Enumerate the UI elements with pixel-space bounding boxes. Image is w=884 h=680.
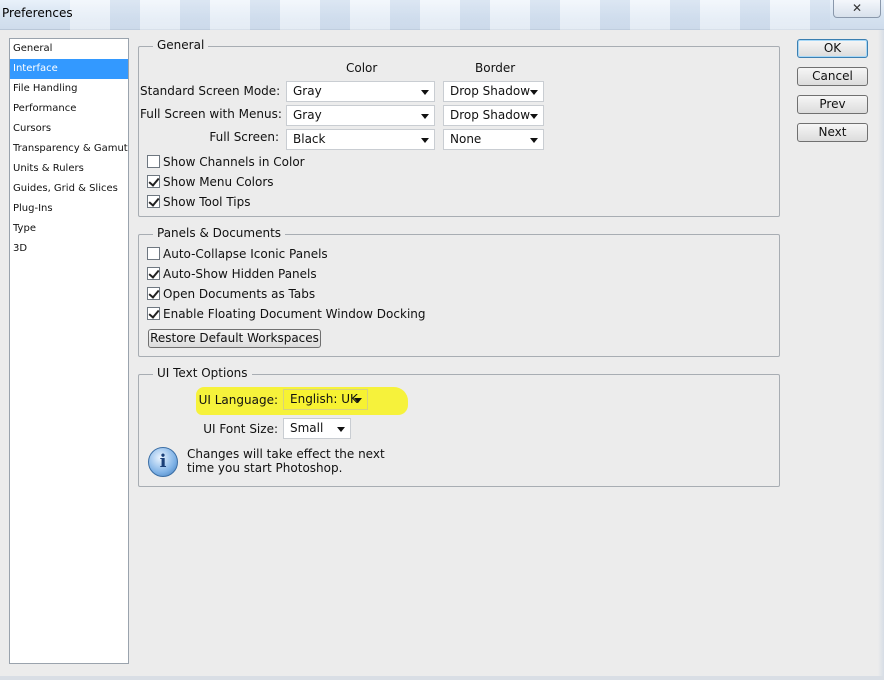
full-screen-menus-border-select[interactable]: Drop Shadow	[443, 105, 544, 126]
full-screen-menus-color-value: Gray	[293, 108, 322, 122]
open-as-tabs-checkbox[interactable]	[147, 287, 160, 300]
full-screen-border-select[interactable]: None	[443, 129, 544, 150]
sidebar-item-cursors[interactable]: Cursors	[10, 119, 128, 139]
chevron-down-icon	[421, 90, 429, 95]
sidebar-item-plug-ins[interactable]: Plug-Ins	[10, 199, 128, 219]
chevron-down-icon	[530, 138, 538, 143]
full-screen-label: Full Screen:	[209, 130, 279, 144]
show-menu-colors-checkbox[interactable]	[147, 175, 160, 188]
category-list: General Interface File Handling Performa…	[9, 38, 129, 664]
ui-language-select[interactable]: English: UK	[283, 389, 368, 410]
standard-color-value: Gray	[293, 84, 322, 98]
sidebar-item-transparency-gamut[interactable]: Transparency & Gamut	[10, 139, 128, 159]
standard-screen-mode-label: Standard Screen Mode:	[140, 84, 281, 98]
window-bottom-edge	[0, 676, 884, 680]
chevron-down-icon	[421, 114, 429, 119]
sidebar-item-performance[interactable]: Performance	[10, 99, 128, 119]
color-column-header: Color	[346, 61, 378, 75]
panels-documents-legend: Panels & Documents	[153, 226, 286, 240]
standard-border-value: Drop Shadow	[450, 84, 531, 98]
ui-font-size-select[interactable]: Small	[283, 418, 351, 439]
ui-font-size-label: UI Font Size:	[203, 422, 278, 436]
restore-workspaces-button[interactable]: Restore Default Workspaces	[148, 329, 321, 348]
show-tool-tips-checkbox[interactable]	[147, 195, 160, 208]
standard-color-select[interactable]: Gray	[286, 81, 435, 102]
auto-collapse-label: Auto-Collapse Iconic Panels	[163, 247, 328, 261]
title-bar: Preferences	[0, 0, 884, 30]
auto-show-label: Auto-Show Hidden Panels	[163, 267, 317, 281]
floating-docking-checkbox[interactable]	[147, 307, 160, 320]
window-title: Preferences	[2, 6, 73, 20]
chevron-down-icon	[421, 138, 429, 143]
open-as-tabs-label: Open Documents as Tabs	[163, 287, 316, 301]
standard-border-select[interactable]: Drop Shadow	[443, 81, 544, 102]
full-screen-color-value: Black	[293, 132, 326, 146]
show-menu-colors-label: Show Menu Colors	[163, 175, 274, 189]
full-screen-border-value: None	[450, 132, 482, 146]
auto-show-checkbox[interactable]	[147, 267, 160, 280]
show-tool-tips-label: Show Tool Tips	[163, 195, 251, 209]
ui-language-label: UI Language:	[198, 393, 278, 407]
chevron-down-icon	[354, 398, 362, 403]
sidebar-item-general[interactable]: General	[10, 39, 128, 59]
full-screen-menus-label: Full Screen with Menus:	[140, 107, 282, 121]
ok-button[interactable]: OK	[797, 39, 868, 58]
prev-button[interactable]: Prev	[797, 95, 868, 114]
border-column-header: Border	[475, 61, 516, 75]
next-button[interactable]: Next	[797, 123, 868, 142]
sidebar-item-guides-grid-slices[interactable]: Guides, Grid & Slices	[10, 179, 128, 199]
title-bar-background	[70, 0, 830, 30]
sidebar-item-units-rulers[interactable]: Units & Rulers	[10, 159, 128, 179]
sidebar-item-3d[interactable]: 3D	[10, 239, 128, 259]
info-message-line-2: time you start Photoshop.	[187, 461, 343, 475]
sidebar-item-type[interactable]: Type	[10, 219, 128, 239]
auto-collapse-checkbox[interactable]	[147, 247, 160, 260]
close-button[interactable]: ✕	[833, 0, 881, 18]
sidebar-item-file-handling[interactable]: File Handling	[10, 79, 128, 99]
window-edge	[878, 30, 884, 676]
full-screen-menus-color-select[interactable]: Gray	[286, 105, 435, 126]
show-channels-checkbox[interactable]	[147, 155, 160, 168]
sidebar-item-interface[interactable]: Interface	[10, 59, 128, 79]
ui-language-value: English: UK	[290, 392, 358, 406]
general-legend: General	[153, 38, 209, 52]
chevron-down-icon	[530, 114, 538, 119]
full-screen-menus-border-value: Drop Shadow	[450, 108, 531, 122]
full-screen-color-select[interactable]: Black	[286, 129, 435, 150]
floating-docking-label: Enable Floating Document Window Docking	[163, 307, 426, 321]
cancel-button[interactable]: Cancel	[797, 67, 868, 86]
ui-text-options-legend: UI Text Options	[153, 366, 252, 380]
show-channels-label: Show Channels in Color	[163, 155, 305, 169]
chevron-down-icon	[337, 427, 345, 432]
ui-font-size-value: Small	[290, 421, 324, 435]
info-message-line-1: Changes will take effect the next	[187, 447, 385, 461]
info-icon: i	[148, 447, 178, 477]
chevron-down-icon	[530, 90, 538, 95]
